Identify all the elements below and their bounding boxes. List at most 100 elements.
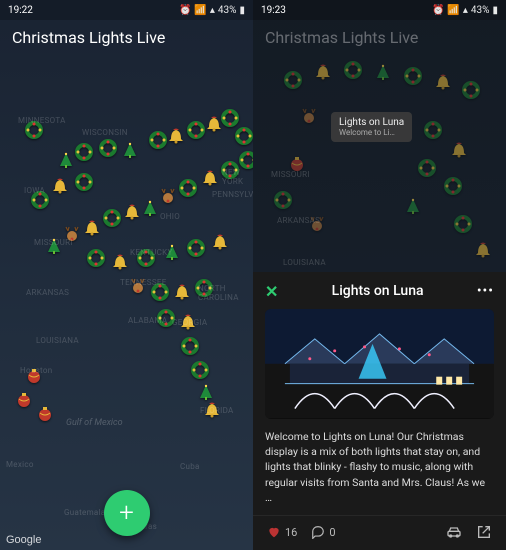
battery-text: 43% <box>218 5 237 16</box>
map-marker-ball[interactable] <box>15 391 33 409</box>
state-label: MISSOURI <box>34 238 73 247</box>
state-label: LOUISIANA <box>283 258 326 267</box>
map-marker-wreath[interactable] <box>191 361 209 379</box>
map-marker-wreath[interactable] <box>75 143 93 161</box>
comment-icon <box>311 525 325 539</box>
state-label: FLORIDA <box>200 406 234 415</box>
map-marker-bell[interactable] <box>211 233 229 251</box>
map-marker-wreath[interactable] <box>239 151 253 169</box>
state-label: ALABAMA <box>128 316 167 325</box>
wifi-icon: 📶 <box>194 5 206 16</box>
comment-button[interactable]: 0 <box>311 525 335 539</box>
map-marker-tree[interactable] <box>57 151 75 169</box>
state-label: NORTH CAROLINA <box>198 284 253 302</box>
map-marker-bell[interactable] <box>111 253 129 271</box>
share-icon <box>476 524 492 540</box>
map-marker-tree[interactable] <box>141 199 159 217</box>
map-marker-wreath[interactable] <box>344 61 362 79</box>
map-marker-bell[interactable] <box>173 283 191 301</box>
directions-button[interactable] <box>446 524 462 540</box>
map-marker-bell[interactable] <box>450 141 468 159</box>
add-button[interactable]: + <box>104 490 150 536</box>
screen-map: MINNESOTA WISCONSIN IOWA MISSOURI ARKANS… <box>0 0 253 550</box>
state-label: ARKANSAS <box>277 216 320 225</box>
map-marker-wreath[interactable] <box>181 337 199 355</box>
map-marker-wreath[interactable] <box>454 215 472 233</box>
map-marker-wreath[interactable] <box>103 209 121 227</box>
map-marker-wreath[interactable] <box>75 173 93 191</box>
map-marker-bell[interactable] <box>123 203 141 221</box>
signal-icon: ▴ <box>463 5 468 16</box>
map-marker-wreath[interactable] <box>418 159 436 177</box>
map-marker-tree[interactable] <box>374 63 392 81</box>
map-marker-wreath[interactable] <box>424 121 442 139</box>
car-icon <box>446 524 462 540</box>
map-marker-tree[interactable] <box>197 383 215 401</box>
app-title: Christmas Lights Live <box>253 20 430 55</box>
map-marker-wreath[interactable] <box>149 131 167 149</box>
heart-icon <box>267 525 281 539</box>
map-marker-bell[interactable] <box>314 63 332 81</box>
alarm-icon: ⏰ <box>179 5 191 16</box>
listing-description: Welcome to Lights on Luna! Our Christmas… <box>253 429 506 515</box>
map-marker-bell[interactable] <box>83 219 101 237</box>
map-marker-deer[interactable] <box>159 187 177 205</box>
map-marker-wreath[interactable] <box>187 239 205 257</box>
map-marker-bell[interactable] <box>201 169 219 187</box>
battery-text: 43% <box>471 5 490 16</box>
map-marker-wreath[interactable] <box>462 81 480 99</box>
state-label: WISCONSIN <box>82 128 128 137</box>
map-marker-wreath[interactable] <box>284 71 302 89</box>
sheet-title: Lights on Luna <box>332 283 424 299</box>
country-label: Cuba <box>180 462 200 471</box>
map-attribution: Google <box>6 534 41 546</box>
map-marker-wreath[interactable] <box>99 139 117 157</box>
tooltip-title: Lights on Luna <box>339 117 404 128</box>
state-label: KENTUCKY <box>130 248 173 257</box>
map-marker-wreath[interactable] <box>404 67 422 85</box>
alarm-icon: ⏰ <box>432 5 444 16</box>
map-marker-bell[interactable] <box>167 127 185 145</box>
map-marker-tree[interactable] <box>404 197 422 215</box>
state-label: LOUISIANA <box>36 336 79 345</box>
map-marker-bell[interactable] <box>51 177 69 195</box>
map-marker-deer[interactable] <box>300 107 318 125</box>
lights-illustration <box>265 309 494 419</box>
share-button[interactable] <box>476 524 492 540</box>
state-label: PENNSYLVANIA <box>212 190 253 199</box>
map-marker-tree[interactable] <box>121 141 139 159</box>
state-label: TENNESSEE <box>120 278 167 287</box>
more-button[interactable]: ••• <box>477 283 494 299</box>
plus-icon: + <box>119 500 134 526</box>
map-marker-wreath[interactable] <box>187 121 205 139</box>
country-label: Guatemala <box>64 508 105 517</box>
like-button[interactable]: 16 <box>267 525 297 539</box>
state-label: MINNESOTA <box>18 116 66 125</box>
wifi-icon: 📶 <box>447 5 459 16</box>
screen-detail: MISSOURI ARKANSAS LOUISIANA Lights on Lu… <box>253 0 506 550</box>
detail-sheet: ✕ Lights on Luna ••• <box>253 272 506 550</box>
map-marker-bell[interactable] <box>434 73 452 91</box>
status-time: 19:23 <box>261 5 286 16</box>
close-button[interactable]: ✕ <box>265 282 278 301</box>
map-marker-wreath[interactable] <box>87 249 105 267</box>
listing-photo[interactable] <box>265 309 494 419</box>
map-marker-wreath[interactable] <box>235 127 253 145</box>
city-label: Houston <box>20 366 52 375</box>
state-label: ARKANSAS <box>26 288 69 297</box>
state-label: IOWA <box>24 186 45 195</box>
map-marker-wreath[interactable] <box>221 109 239 127</box>
map-tooltip[interactable]: Lights on Luna Welcome to Li… <box>331 112 412 142</box>
map-marker-bell[interactable] <box>474 241 492 259</box>
status-bar: 19:23 ⏰ 📶 ▴ 43% ▮ <box>253 0 506 20</box>
map-canvas[interactable]: MINNESOTA WISCONSIN IOWA MISSOURI ARKANS… <box>0 0 253 550</box>
battery-icon: ▮ <box>492 5 498 16</box>
map-marker-wreath[interactable] <box>179 179 197 197</box>
map-marker-wreath[interactable] <box>444 177 462 195</box>
comment-count: 0 <box>329 526 335 539</box>
battery-icon: ▮ <box>239 5 245 16</box>
tooltip-subtitle: Welcome to Li… <box>339 128 404 137</box>
map-marker-ball[interactable] <box>36 405 54 423</box>
map-marker-wreath[interactable] <box>274 191 292 209</box>
state-label: GEORGIA <box>172 318 207 327</box>
